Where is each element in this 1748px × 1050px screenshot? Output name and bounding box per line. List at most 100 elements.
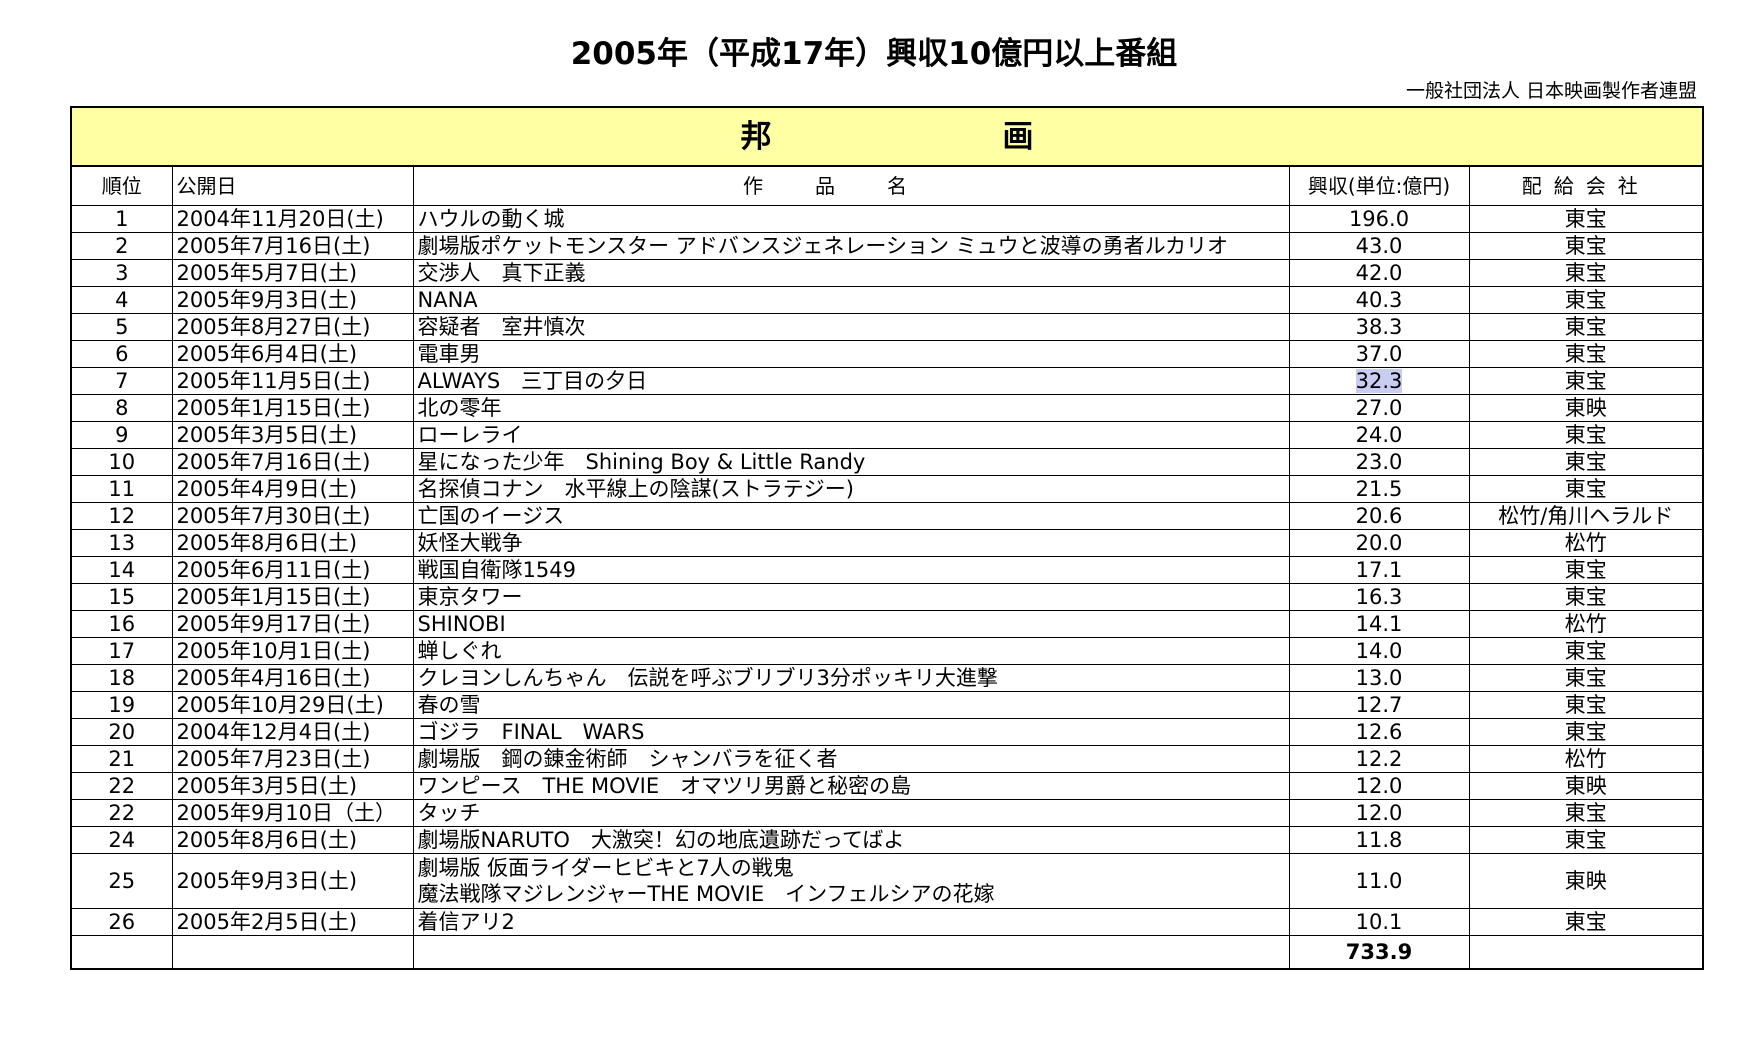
work-title-line: 劇場版 仮面ライダーヒビキと7人の戦鬼 (417, 856, 794, 880)
work-title-line: SHINOBI (417, 612, 506, 636)
work-cell: 蝉しぐれ (412, 637, 1290, 665)
work-cell: 劇場版NARUTO 大激突！幻の地底遺跡だってばよ (412, 826, 1290, 854)
revenue-value: 12.0 (1355, 774, 1403, 798)
date-cell: 2005年9月17日(土) (171, 610, 414, 638)
work-title-line: 北の零年 (417, 396, 502, 420)
revenue-cell: 23.0 (1288, 448, 1470, 476)
work-title-line: ワンピース THE MOVIE オマツリ男爵と秘密の島 (417, 774, 912, 798)
total-empty-distributor (1468, 935, 1704, 970)
revenue-value: 12.0 (1355, 801, 1403, 825)
work-title-line: 妖怪大戦争 (417, 531, 523, 555)
table-row: 26 2005年2月5日(土) 着信アリ2 10.1 東宝 (70, 908, 1704, 936)
work-cell: 春の雪 (412, 691, 1290, 719)
revenue-value: 196.0 (1348, 207, 1410, 231)
work-title-line: NANA (417, 288, 478, 312)
table-row: 2 2005年7月16日(土) 劇場版ポケットモンスター アドバンスジェネレーション… (70, 232, 1704, 260)
rank-cell: 11 (70, 475, 173, 503)
date-cell: 2005年8月27日(土) (171, 313, 414, 341)
revenue-value: 38.3 (1355, 315, 1403, 339)
distributor-cell: 東映 (1468, 853, 1704, 909)
work-cell: 容疑者 室井慎次 (412, 313, 1290, 341)
revenue-cell: 11.8 (1288, 826, 1470, 854)
revenue-value: 14.0 (1355, 639, 1403, 663)
rank-cell: 22 (70, 799, 173, 827)
rank-cell: 4 (70, 286, 173, 314)
table-row: 20 2004年12月4日(土) ゴジラ FINAL WARS 12.6 東宝 (70, 718, 1704, 746)
distributor-cell: 東宝 (1468, 664, 1704, 692)
work-title-line: 劇場版ポケットモンスター アドバンスジェネレーション ミュウと波導の勇者ルカリオ (417, 234, 1229, 258)
table-row: 24 2005年8月6日(土) 劇場版NARUTO 大激突！幻の地底遺跡だってばよ 1… (70, 826, 1704, 854)
table-row: 22 2005年9月10日（土） タッチ 12.0 東宝 (70, 799, 1704, 827)
distributor-cell: 東宝 (1468, 799, 1704, 827)
work-cell: タッチ (412, 799, 1290, 827)
revenue-cell: 12.6 (1288, 718, 1470, 746)
revenue-cell: 10.1 (1288, 908, 1470, 936)
revenue-cell: 11.0 (1288, 853, 1470, 909)
date-cell: 2005年3月5日(土) (171, 772, 414, 800)
work-title-line: 劇場版 鋼の錬金術師 シャンバラを征く者 (417, 747, 838, 771)
rank-cell: 8 (70, 394, 173, 422)
rank-cell: 7 (70, 367, 173, 395)
section-band: 邦 画 (70, 106, 1704, 167)
rank-cell: 18 (70, 664, 173, 692)
rank-cell: 25 (70, 853, 173, 909)
work-title-line: 春の雪 (417, 693, 481, 717)
organization-name: 一般社団法人 日本映画製作者連盟 (1405, 80, 1697, 102)
revenue-cell: 42.0 (1288, 259, 1470, 287)
table-row: 17 2005年10月1日(土) 蝉しぐれ 14.0 東宝 (70, 637, 1704, 665)
distributor-cell: 松竹 (1468, 529, 1704, 557)
distributor-cell: 東宝 (1468, 826, 1704, 854)
distributor-cell: 東宝 (1468, 908, 1704, 936)
table-row: 9 2005年3月5日(土) ローレライ 24.0 東宝 (70, 421, 1704, 449)
table-row: 8 2005年1月15日(土) 北の零年 27.0 東映 (70, 394, 1704, 422)
distributor-cell: 東宝 (1468, 448, 1704, 476)
date-cell: 2005年5月7日(土) (171, 259, 414, 287)
rank-cell: 1 (70, 205, 173, 233)
table-row: 19 2005年10月29日(土) 春の雪 12.7 東宝 (70, 691, 1704, 719)
revenue-value: 21.5 (1355, 477, 1403, 501)
work-title-line: ゴジラ FINAL WARS (417, 720, 645, 744)
date-cell: 2005年1月15日(土) (171, 583, 414, 611)
distributor-cell: 東宝 (1468, 556, 1704, 584)
date-cell: 2005年2月5日(土) (171, 908, 414, 936)
rank-cell: 16 (70, 610, 173, 638)
date-cell: 2004年11月20日(土) (171, 205, 414, 233)
work-title-line: 蝉しぐれ (417, 639, 502, 663)
header-row: 順位 公開日 作品名 興収(単位:億円) 配給会社 (70, 165, 1704, 206)
rank-cell: 5 (70, 313, 173, 341)
revenue-cell: 13.0 (1288, 664, 1470, 692)
revenue-value: 12.2 (1355, 747, 1403, 771)
work-title-line: 星になった少年 Shining Boy & Little Randy (417, 450, 866, 474)
work-cell: ローレライ (412, 421, 1290, 449)
work-cell: 戦国自衛隊1549 (412, 556, 1290, 584)
rank-cell: 21 (70, 745, 173, 773)
distributor-cell: 東宝 (1468, 691, 1704, 719)
work-cell: 星になった少年 Shining Boy & Little Randy (412, 448, 1290, 476)
rank-cell: 19 (70, 691, 173, 719)
date-cell: 2004年12月4日(土) (171, 718, 414, 746)
date-cell: 2005年10月1日(土) (171, 637, 414, 665)
date-cell: 2005年6月11日(土) (171, 556, 414, 584)
work-title-line: 魔法戦隊マジレンジャーTHE MOVIE インフェルシアの花嫁 (417, 882, 995, 906)
rank-cell: 6 (70, 340, 173, 368)
revenue-value: 37.0 (1355, 342, 1403, 366)
date-cell: 2005年9月10日（土） (171, 799, 414, 827)
revenue-value: 43.0 (1355, 234, 1403, 258)
revenue-value: 20.6 (1355, 504, 1403, 528)
page-title: 2005年（平成17年）興収10億円以上番組 (570, 36, 1178, 72)
work-cell: 亡国のイージス (412, 502, 1290, 530)
revenue-cell: 196.0 (1288, 205, 1470, 233)
work-cell: 北の零年 (412, 394, 1290, 422)
revenue-cell: 37.0 (1288, 340, 1470, 368)
work-title-line: 亡国のイージス (417, 504, 565, 528)
total-revenue: 733.9 (1288, 935, 1470, 970)
date-cell: 2005年7月23日(土) (171, 745, 414, 773)
distributor-cell: 東宝 (1468, 232, 1704, 260)
distributor-cell: 東宝 (1468, 259, 1704, 287)
revenue-cell: 40.3 (1288, 286, 1470, 314)
table-row: 7 2005年11月5日(土) ALWAYS 三丁目の夕日 32.3 東宝 (70, 367, 1704, 395)
work-cell: 名探偵コナン 水平線上の陰謀(ストラテジー) (412, 475, 1290, 503)
work-title-line: 劇場版NARUTO 大激突！幻の地底遺跡だってばよ (417, 828, 905, 852)
revenue-value: 23.0 (1355, 450, 1403, 474)
distributor-cell: 松竹 (1468, 610, 1704, 638)
